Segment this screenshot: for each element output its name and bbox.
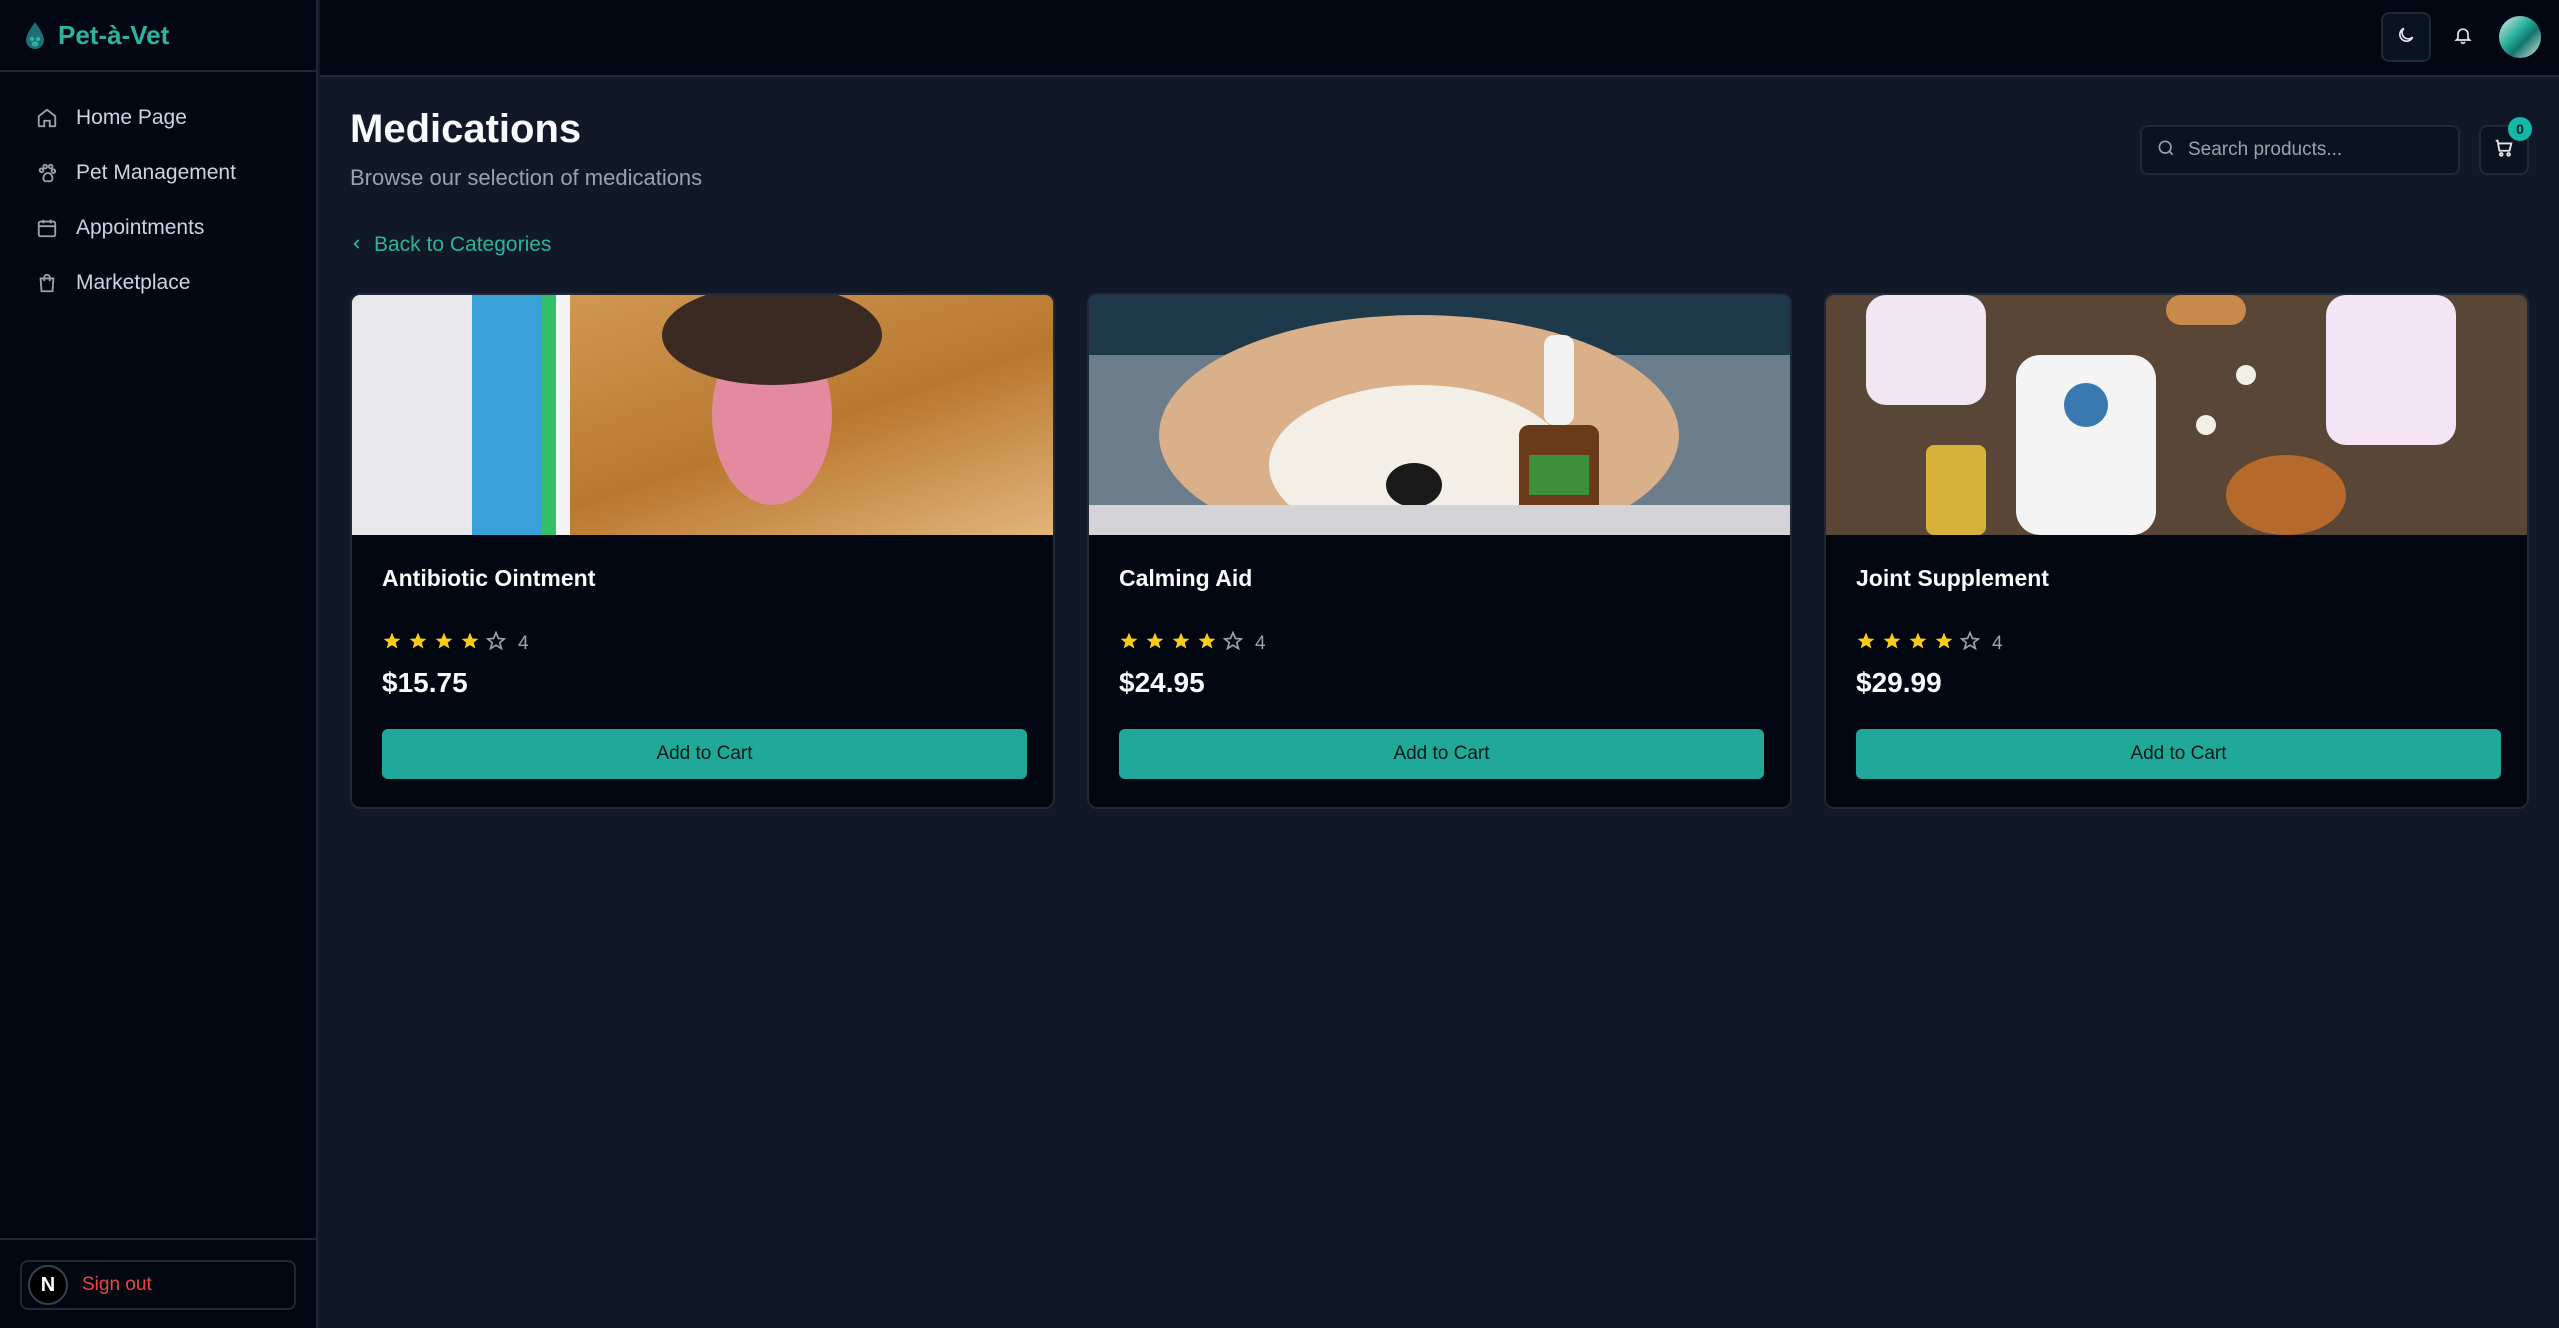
cart-button[interactable]: 0: [2479, 117, 2532, 175]
moon-icon: [2396, 25, 2416, 50]
page-subtitle: Browse our selection of medications: [350, 165, 703, 190]
sidebar-item-label: Home Page: [76, 105, 187, 129]
back-to-categories-link[interactable]: Back to Categories: [350, 233, 551, 257]
product-price: $29.99: [1856, 667, 1942, 698]
rating-value: 4: [1255, 632, 1266, 654]
product-rating: 4: [1856, 630, 2003, 656]
star-filled-icon: [1145, 631, 1165, 656]
paw-icon: [36, 162, 58, 184]
product-price: $24.95: [1119, 667, 1205, 698]
sidebar-item-label: Appointments: [76, 215, 205, 239]
home-icon: [36, 107, 58, 129]
calendar-icon: [36, 217, 58, 239]
cart-count-badge: 0: [2508, 117, 2532, 141]
sign-out-button[interactable]: N Sign out: [20, 1260, 296, 1310]
rating-value: 4: [1992, 632, 2003, 654]
chevron-left-icon: [350, 233, 364, 257]
sidebar-item-home[interactable]: Home Page: [0, 90, 316, 145]
star-empty-icon: [1222, 630, 1244, 656]
brand[interactable]: Pet-à-Vet: [0, 0, 316, 72]
notifications-button[interactable]: [2438, 12, 2488, 62]
search-box[interactable]: [2140, 125, 2460, 175]
shopping-bag-icon: [36, 272, 58, 294]
product-price: $15.75: [382, 667, 468, 698]
product-name: Calming Aid: [1119, 565, 1253, 591]
product-card[interactable]: Joint Supplement 4 $29.99 Add to Cart: [1824, 293, 2529, 809]
product-info: Joint Supplement 4 $29.99 Add to Cart: [1826, 535, 2527, 807]
star-filled-icon: [408, 631, 428, 656]
sidebar-item-marketplace[interactable]: Marketplace: [0, 255, 316, 310]
star-filled-icon: [1882, 631, 1902, 656]
star-filled-icon: [1171, 631, 1191, 656]
sidebar-item-appointments[interactable]: Appointments: [0, 200, 316, 255]
rating-value: 4: [518, 632, 529, 654]
add-to-cart-button[interactable]: Add to Cart: [382, 729, 1027, 779]
sidebar-footer: N Sign out: [0, 1238, 316, 1328]
sidebar-item-pet-management[interactable]: Pet Management: [0, 145, 316, 200]
product-image: [1089, 295, 1790, 535]
star-empty-icon: [485, 630, 507, 656]
star-filled-icon: [1856, 631, 1876, 656]
back-label: Back to Categories: [374, 233, 552, 256]
product-image: [1826, 295, 2527, 535]
profile-avatar[interactable]: [2499, 16, 2541, 58]
star-filled-icon: [1908, 631, 1928, 656]
product-rating: 4: [1119, 630, 1266, 656]
theme-toggle-button[interactable]: [2381, 12, 2431, 62]
product-rating: 4: [382, 630, 529, 656]
sidebar-nav: Home Page Pet Management Appointments Ma…: [0, 72, 316, 310]
product-grid: Antibiotic Ointment 4 $15.75 Add to Cart: [350, 293, 2529, 809]
product-info: Calming Aid 4 $24.95 Add to Cart: [1089, 535, 1790, 807]
search-input[interactable]: [2188, 139, 2438, 161]
sign-out-label: Sign out: [82, 1274, 152, 1295]
search-icon: [2156, 138, 2176, 163]
sidebar: Pet-à-Vet Home Page Pet Management Appoi…: [0, 0, 318, 1328]
star-filled-icon: [1934, 631, 1954, 656]
page-title: Medications: [350, 107, 582, 151]
star-empty-icon: [1959, 630, 1981, 656]
product-name: Antibiotic Ointment: [382, 565, 596, 591]
shopping-cart-icon: [2493, 137, 2515, 164]
star-filled-icon: [460, 631, 480, 656]
product-name: Joint Supplement: [1856, 565, 2049, 591]
sidebar-item-label: Marketplace: [76, 270, 191, 294]
product-info: Antibiotic Ointment 4 $15.75 Add to Cart: [352, 535, 1053, 807]
user-avatar: N: [28, 1265, 68, 1305]
product-card[interactable]: Antibiotic Ointment 4 $15.75 Add to Cart: [350, 293, 1055, 809]
product-image: [352, 295, 1053, 535]
paw-drop-icon: [22, 20, 48, 50]
star-filled-icon: [1197, 631, 1217, 656]
star-filled-icon: [1119, 631, 1139, 656]
product-card[interactable]: Calming Aid 4 $24.95 Add to Cart: [1087, 293, 1792, 809]
sidebar-item-label: Pet Management: [76, 160, 236, 184]
add-to-cart-button[interactable]: Add to Cart: [1119, 729, 1764, 779]
top-bar: [320, 0, 2559, 77]
star-filled-icon: [382, 631, 402, 656]
brand-name: Pet-à-Vet: [58, 19, 170, 50]
bell-icon: [2453, 25, 2473, 50]
star-filled-icon: [434, 631, 454, 656]
add-to-cart-button[interactable]: Add to Cart: [1856, 729, 2501, 779]
